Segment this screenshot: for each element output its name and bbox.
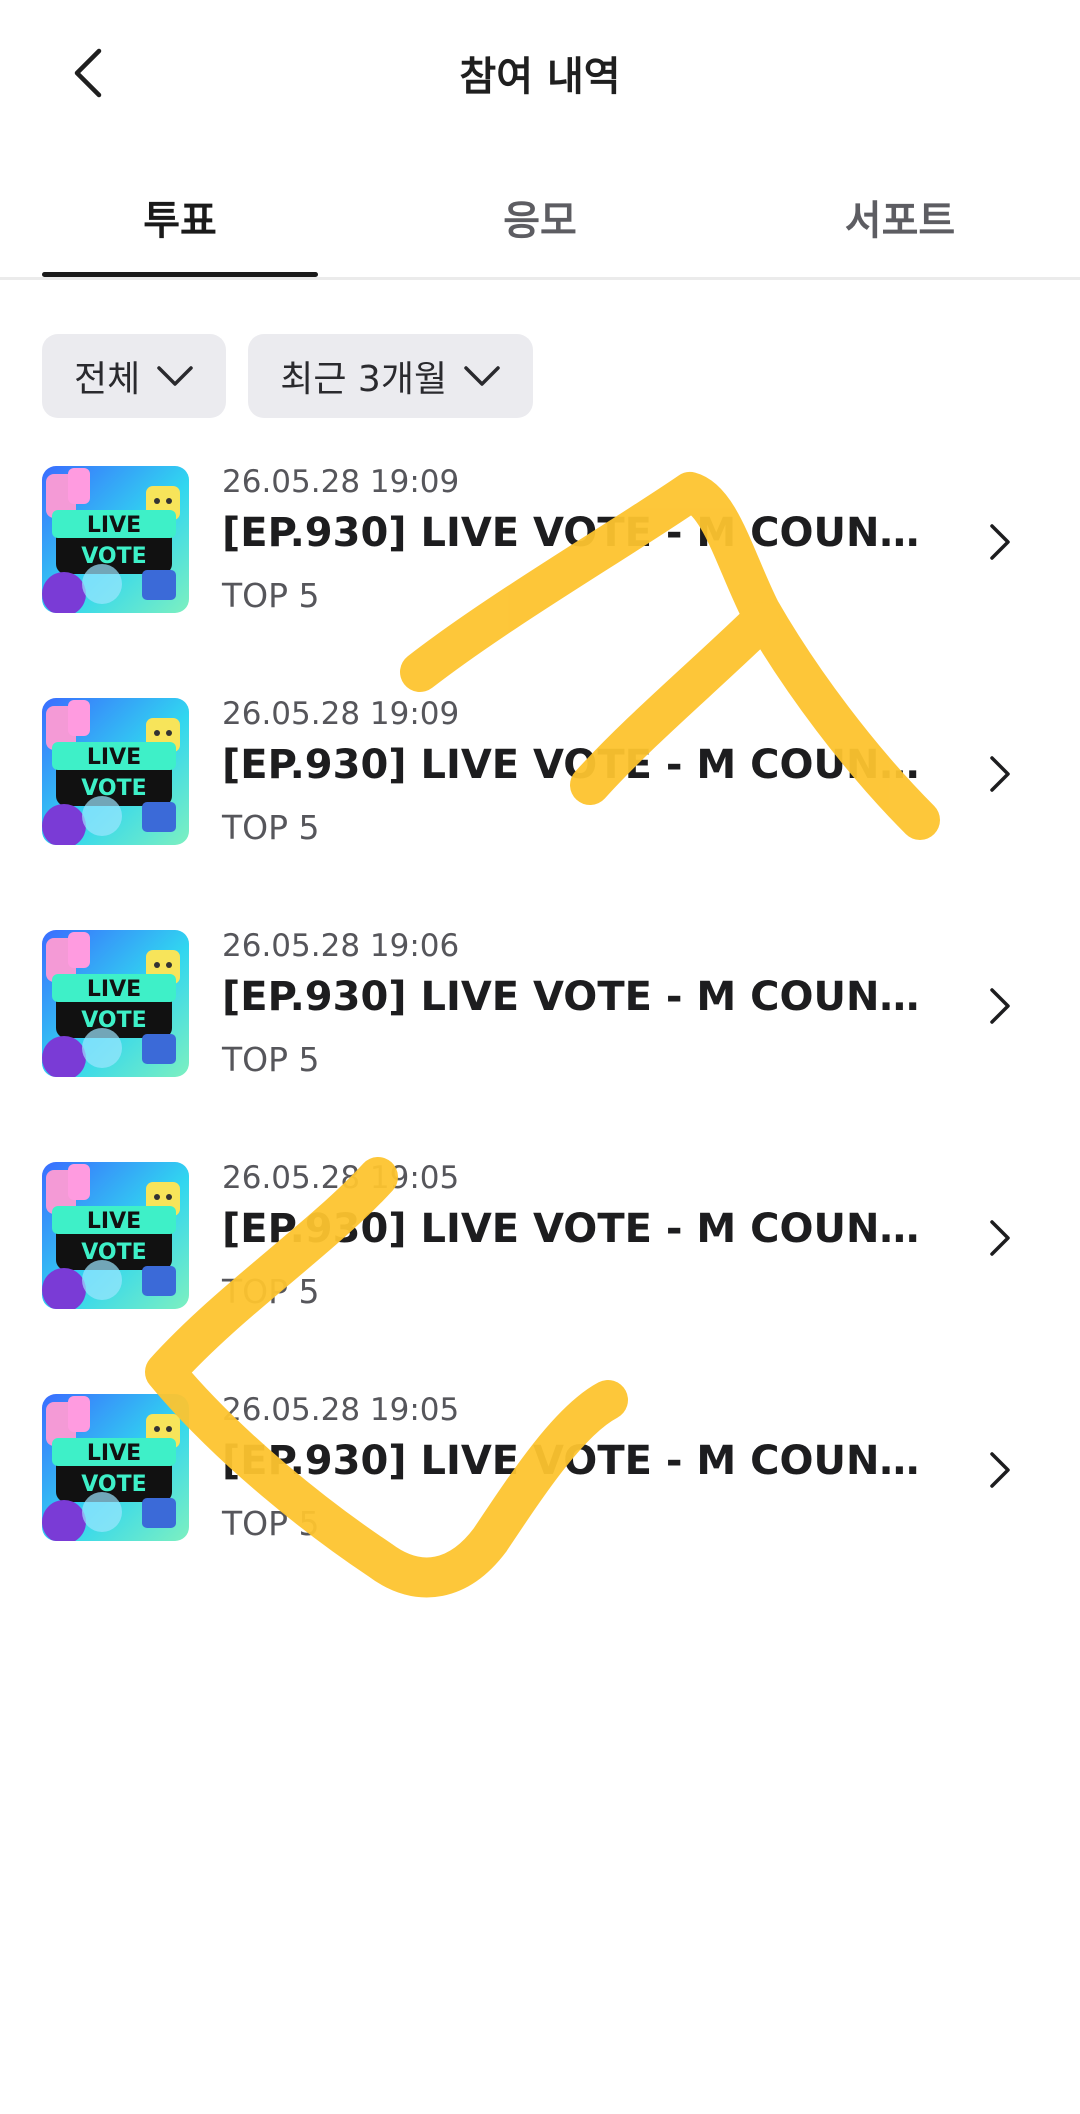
item-subtitle: TOP 5 [222,1040,320,1079]
page-title: 참여 내역 [459,54,621,100]
thumb-text-live: LIVE [87,745,141,770]
thumb-text-vote: VOTE [81,776,146,801]
thumb-text-live: LIVE [87,977,141,1002]
thumb-text-live: LIVE [87,1441,141,1466]
tab-bar: 투표 응모 서포트 [0,170,1080,280]
thumb-text-vote: VOTE [81,544,146,569]
item-date: 26.05.28 19:09 [222,696,460,732]
live-vote-thumbnail: LIVE VOTE [42,1394,189,1541]
list-item[interactable]: LIVE VOTE 26.05.28 19:06 [EP.930] LIVE V… [0,928,1080,1160]
tab-vote[interactable]: 투표 [42,188,318,258]
item-subtitle: TOP 5 [222,808,320,847]
thumb-text-live: LIVE [87,513,141,538]
chevron-down-icon [464,366,500,386]
item-date: 26.05.28 19:05 [222,1160,460,1196]
item-title: [EP.930] LIVE VOTE - M COUNTDOWN [222,974,942,1020]
chevron-down-icon [157,366,193,386]
list-item[interactable]: LIVE VOTE 26.05.28 19:09 [EP.930] LIVE V… [0,696,1080,928]
list-item[interactable]: LIVE VOTE 26.05.28 19:09 [EP.930] LIVE V… [0,464,1080,696]
item-subtitle: TOP 5 [222,1504,320,1543]
live-vote-thumbnail: LIVE VOTE [42,930,189,1077]
item-date: 26.05.28 19:09 [222,464,460,500]
chevron-right-icon [990,756,1010,792]
live-vote-thumbnail: LIVE VOTE [42,698,189,845]
item-title: [EP.930] LIVE VOTE - M COUNTDOWN [222,1438,942,1484]
vote-history-list: LIVE VOTE 26.05.28 19:09 [EP.930] LIVE V… [0,464,1080,1624]
filter-period-label: 최근 3개월 [280,359,448,400]
header: 참여 내역 [0,0,1080,146]
item-date: 26.05.28 19:06 [222,928,460,964]
item-title: [EP.930] LIVE VOTE - M COUNTDOWN [222,510,942,556]
list-item[interactable]: LIVE VOTE 26.05.28 19:05 [EP.930] LIVE V… [0,1392,1080,1624]
active-tab-indicator [42,272,318,277]
item-title: [EP.930] LIVE VOTE - M COUNTDOWN [222,1206,942,1252]
tab-apply[interactable]: 응모 [400,188,680,258]
item-title: [EP.930] LIVE VOTE - M COUNTDOWN [222,742,942,788]
item-date: 26.05.28 19:05 [222,1392,460,1428]
chevron-right-icon [990,1220,1010,1256]
filter-bar: 전체 최근 3개월 [42,334,534,418]
list-item[interactable]: LIVE VOTE 26.05.28 19:05 [EP.930] LIVE V… [0,1160,1080,1392]
thumb-text-live: LIVE [87,1209,141,1234]
thumb-text-vote: VOTE [81,1240,146,1265]
filter-period-dropdown[interactable]: 최근 3개월 [248,334,534,418]
live-vote-thumbnail: LIVE VOTE [42,466,189,613]
filter-category-dropdown[interactable]: 전체 [42,334,227,418]
item-subtitle: TOP 5 [222,576,320,615]
item-subtitle: TOP 5 [222,1272,320,1311]
filter-category-label: 전체 [74,359,141,400]
tab-support[interactable]: 서포트 [760,188,1040,258]
chevron-right-icon [990,988,1010,1024]
thumb-text-vote: VOTE [81,1472,146,1497]
chevron-right-icon [990,524,1010,560]
thumb-text-vote: VOTE [81,1008,146,1033]
chevron-right-icon [990,1452,1010,1488]
live-vote-thumbnail: LIVE VOTE [42,1162,189,1309]
